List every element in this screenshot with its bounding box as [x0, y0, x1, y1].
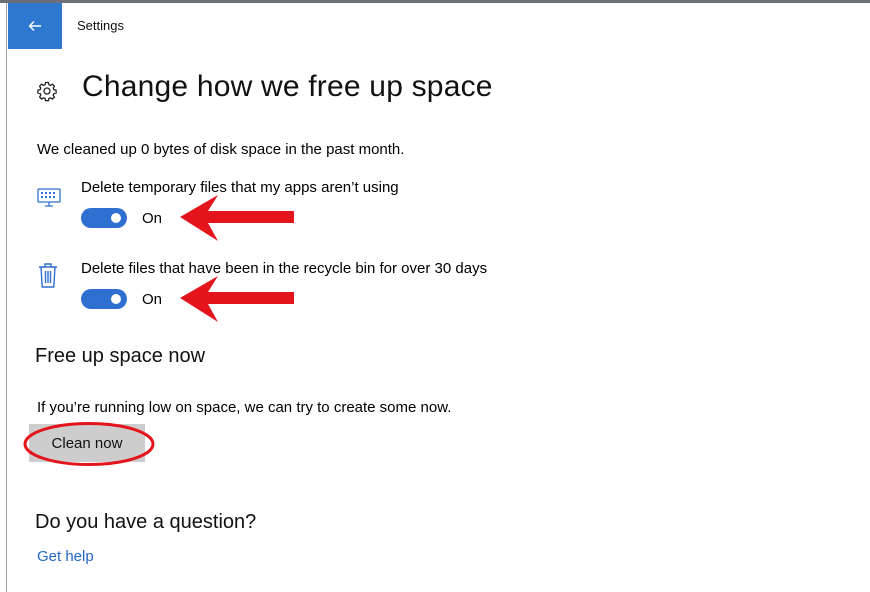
page-title: Change how we free up space [82, 70, 493, 103]
monitor-icon [36, 187, 62, 214]
free-up-now-description: If you’re running low on space, we can t… [37, 399, 452, 416]
app-title: Settings [77, 18, 124, 33]
temp-files-toggle-state: On [142, 210, 163, 227]
help-heading: Do you have a question? [35, 511, 257, 533]
recycle-bin-toggle-state: On [142, 291, 163, 308]
back-button[interactable] [8, 3, 62, 49]
toggle-knob [111, 294, 121, 304]
red-ellipse-annotation [22, 420, 156, 473]
free-up-now-heading: Free up space now [35, 345, 206, 367]
red-arrow-annotation [178, 274, 298, 331]
toggle-knob [111, 213, 121, 223]
recycle-bin-toggle[interactable] [81, 289, 127, 309]
get-help-link[interactable]: Get help [37, 548, 94, 565]
cleanup-summary: We cleaned up 0 bytes of disk space in t… [37, 141, 405, 158]
back-arrow-icon [28, 20, 42, 32]
red-arrow-annotation [178, 193, 298, 250]
gear-icon [36, 80, 58, 102]
window-top-border [0, 0, 870, 3]
temp-files-toggle[interactable] [81, 208, 127, 228]
window-left-border [6, 3, 7, 592]
recycle-bin-icon [37, 262, 59, 295]
